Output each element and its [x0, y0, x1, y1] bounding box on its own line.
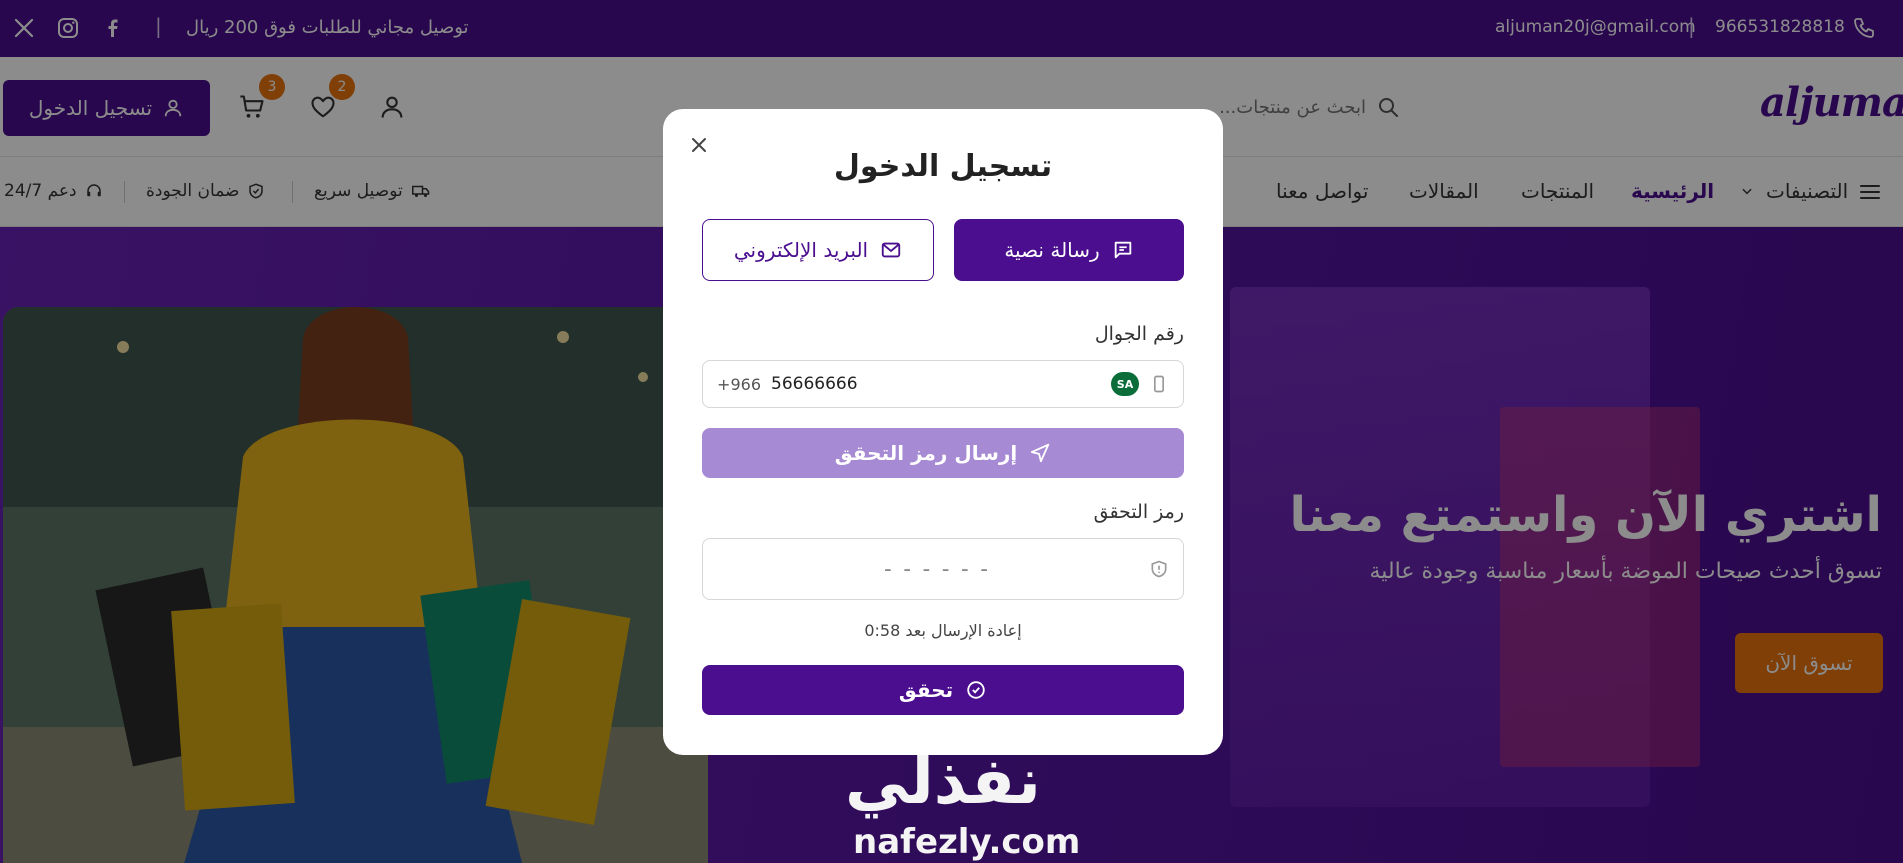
- tab-email[interactable]: البريد الإلكتروني: [702, 219, 934, 281]
- check-circle-icon: [965, 679, 987, 701]
- watermark-arabic: نفذلي: [845, 745, 1041, 819]
- watermark-url: nafezly.com: [853, 822, 1081, 862]
- country-code: +966: [717, 374, 761, 394]
- verify-button[interactable]: تحقق: [702, 665, 1184, 715]
- message-icon: [1112, 239, 1134, 261]
- mail-icon: [880, 239, 902, 261]
- tab-sms[interactable]: رسالة نصية: [954, 219, 1184, 281]
- shield-icon: [1149, 559, 1169, 579]
- mobile-icon: [1149, 374, 1169, 394]
- phone-field: SA +966: [702, 360, 1184, 408]
- phone-input[interactable]: [771, 374, 1101, 394]
- send-icon: [1029, 442, 1051, 464]
- code-input[interactable]: [729, 556, 1149, 582]
- country-flag-badge[interactable]: SA: [1111, 372, 1139, 396]
- verify-label: تحقق: [898, 678, 954, 702]
- phone-label: رقم الجوال: [1094, 323, 1184, 345]
- login-modal: تسجيل الدخول رسالة نصية البريد الإلكترون…: [663, 109, 1223, 755]
- tab-email-label: البريد الإلكتروني: [733, 238, 869, 262]
- code-field: [702, 538, 1184, 600]
- resend-timer: إعادة الإرسال بعد 0:58: [864, 621, 1022, 640]
- code-label: رمز التحقق: [1093, 501, 1184, 523]
- tab-sms-label: رسالة نصية: [1004, 238, 1100, 262]
- modal-title: تسجيل الدخول: [833, 149, 1053, 184]
- send-code-label: إرسال رمز التحقق: [834, 441, 1018, 465]
- send-code-button[interactable]: إرسال رمز التحقق: [702, 428, 1184, 478]
